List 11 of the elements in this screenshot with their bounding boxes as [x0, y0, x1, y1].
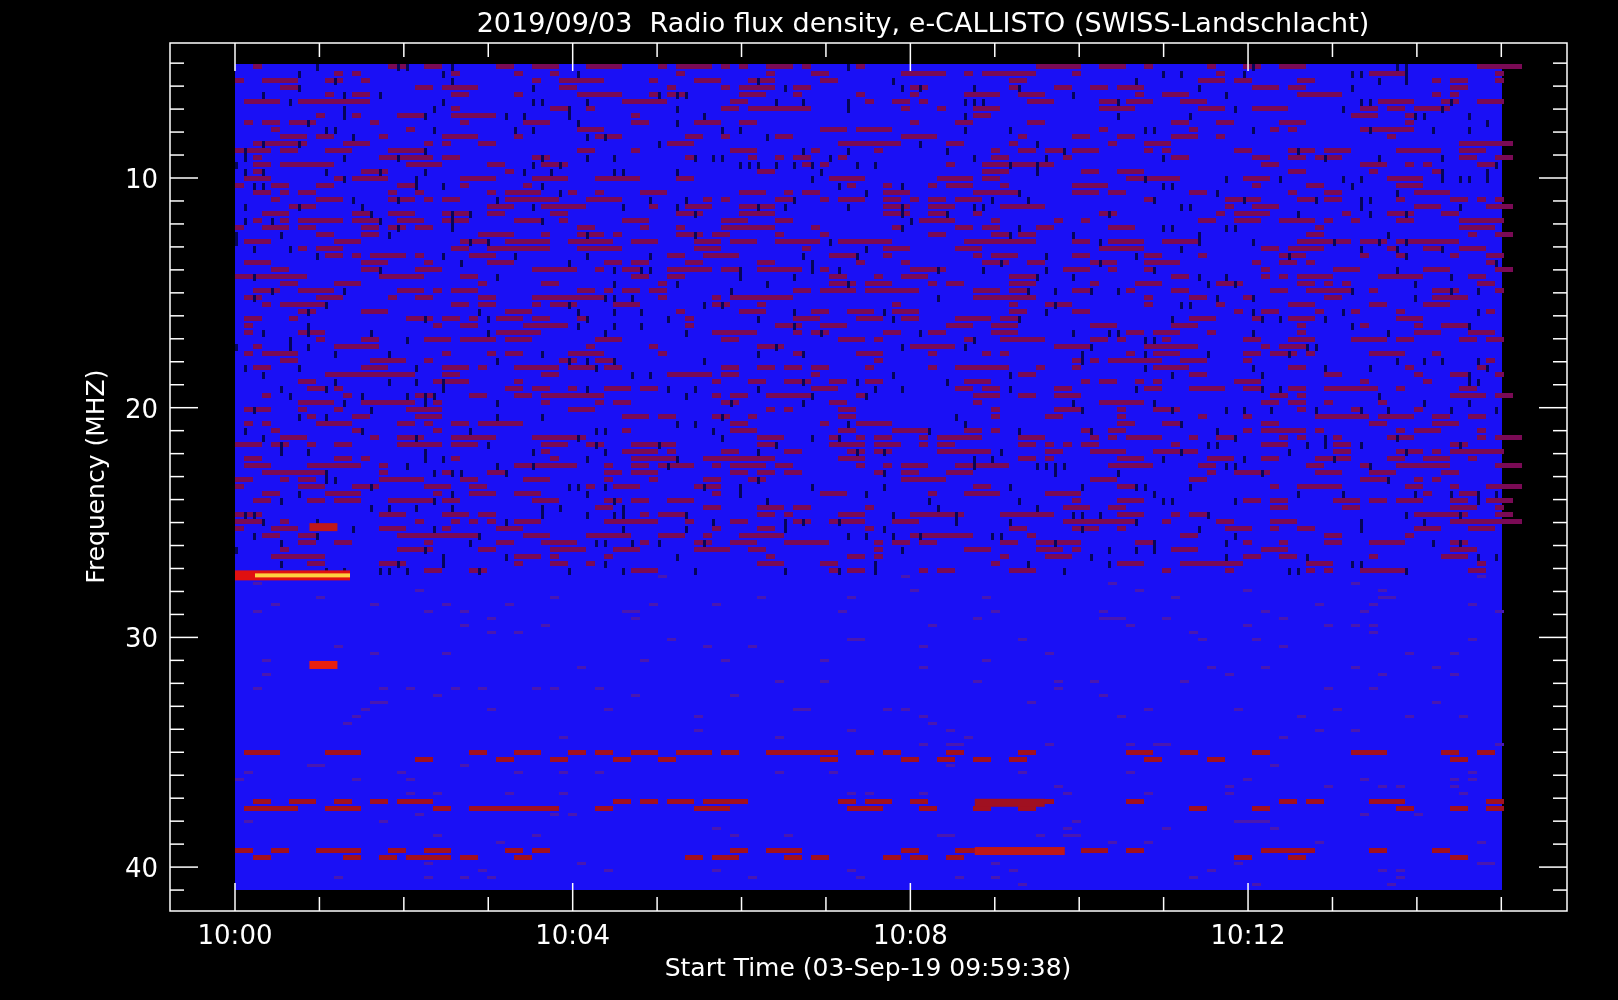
y-tick-label: 20	[124, 393, 158, 424]
x-axis-label: Start Time (03-Sep-19 09:59:38)	[664, 953, 1072, 982]
plot-title: 2019/09/03 Radio flux density, e-CALLISTO (SWISS-Landschlacht)	[475, 6, 1371, 38]
x-tick-label: 10:08	[872, 920, 948, 950]
y-tick-label: 30	[124, 623, 158, 654]
y-axis-label: Frequency (MHZ)	[81, 369, 110, 584]
x-tick-label: 10:04	[535, 920, 611, 950]
y-tick-label: 10	[124, 164, 158, 194]
x-tick-label: 10:12	[1210, 920, 1286, 950]
y-tick-label: 40	[124, 853, 158, 884]
x-tick-label: 10:00	[197, 920, 273, 950]
